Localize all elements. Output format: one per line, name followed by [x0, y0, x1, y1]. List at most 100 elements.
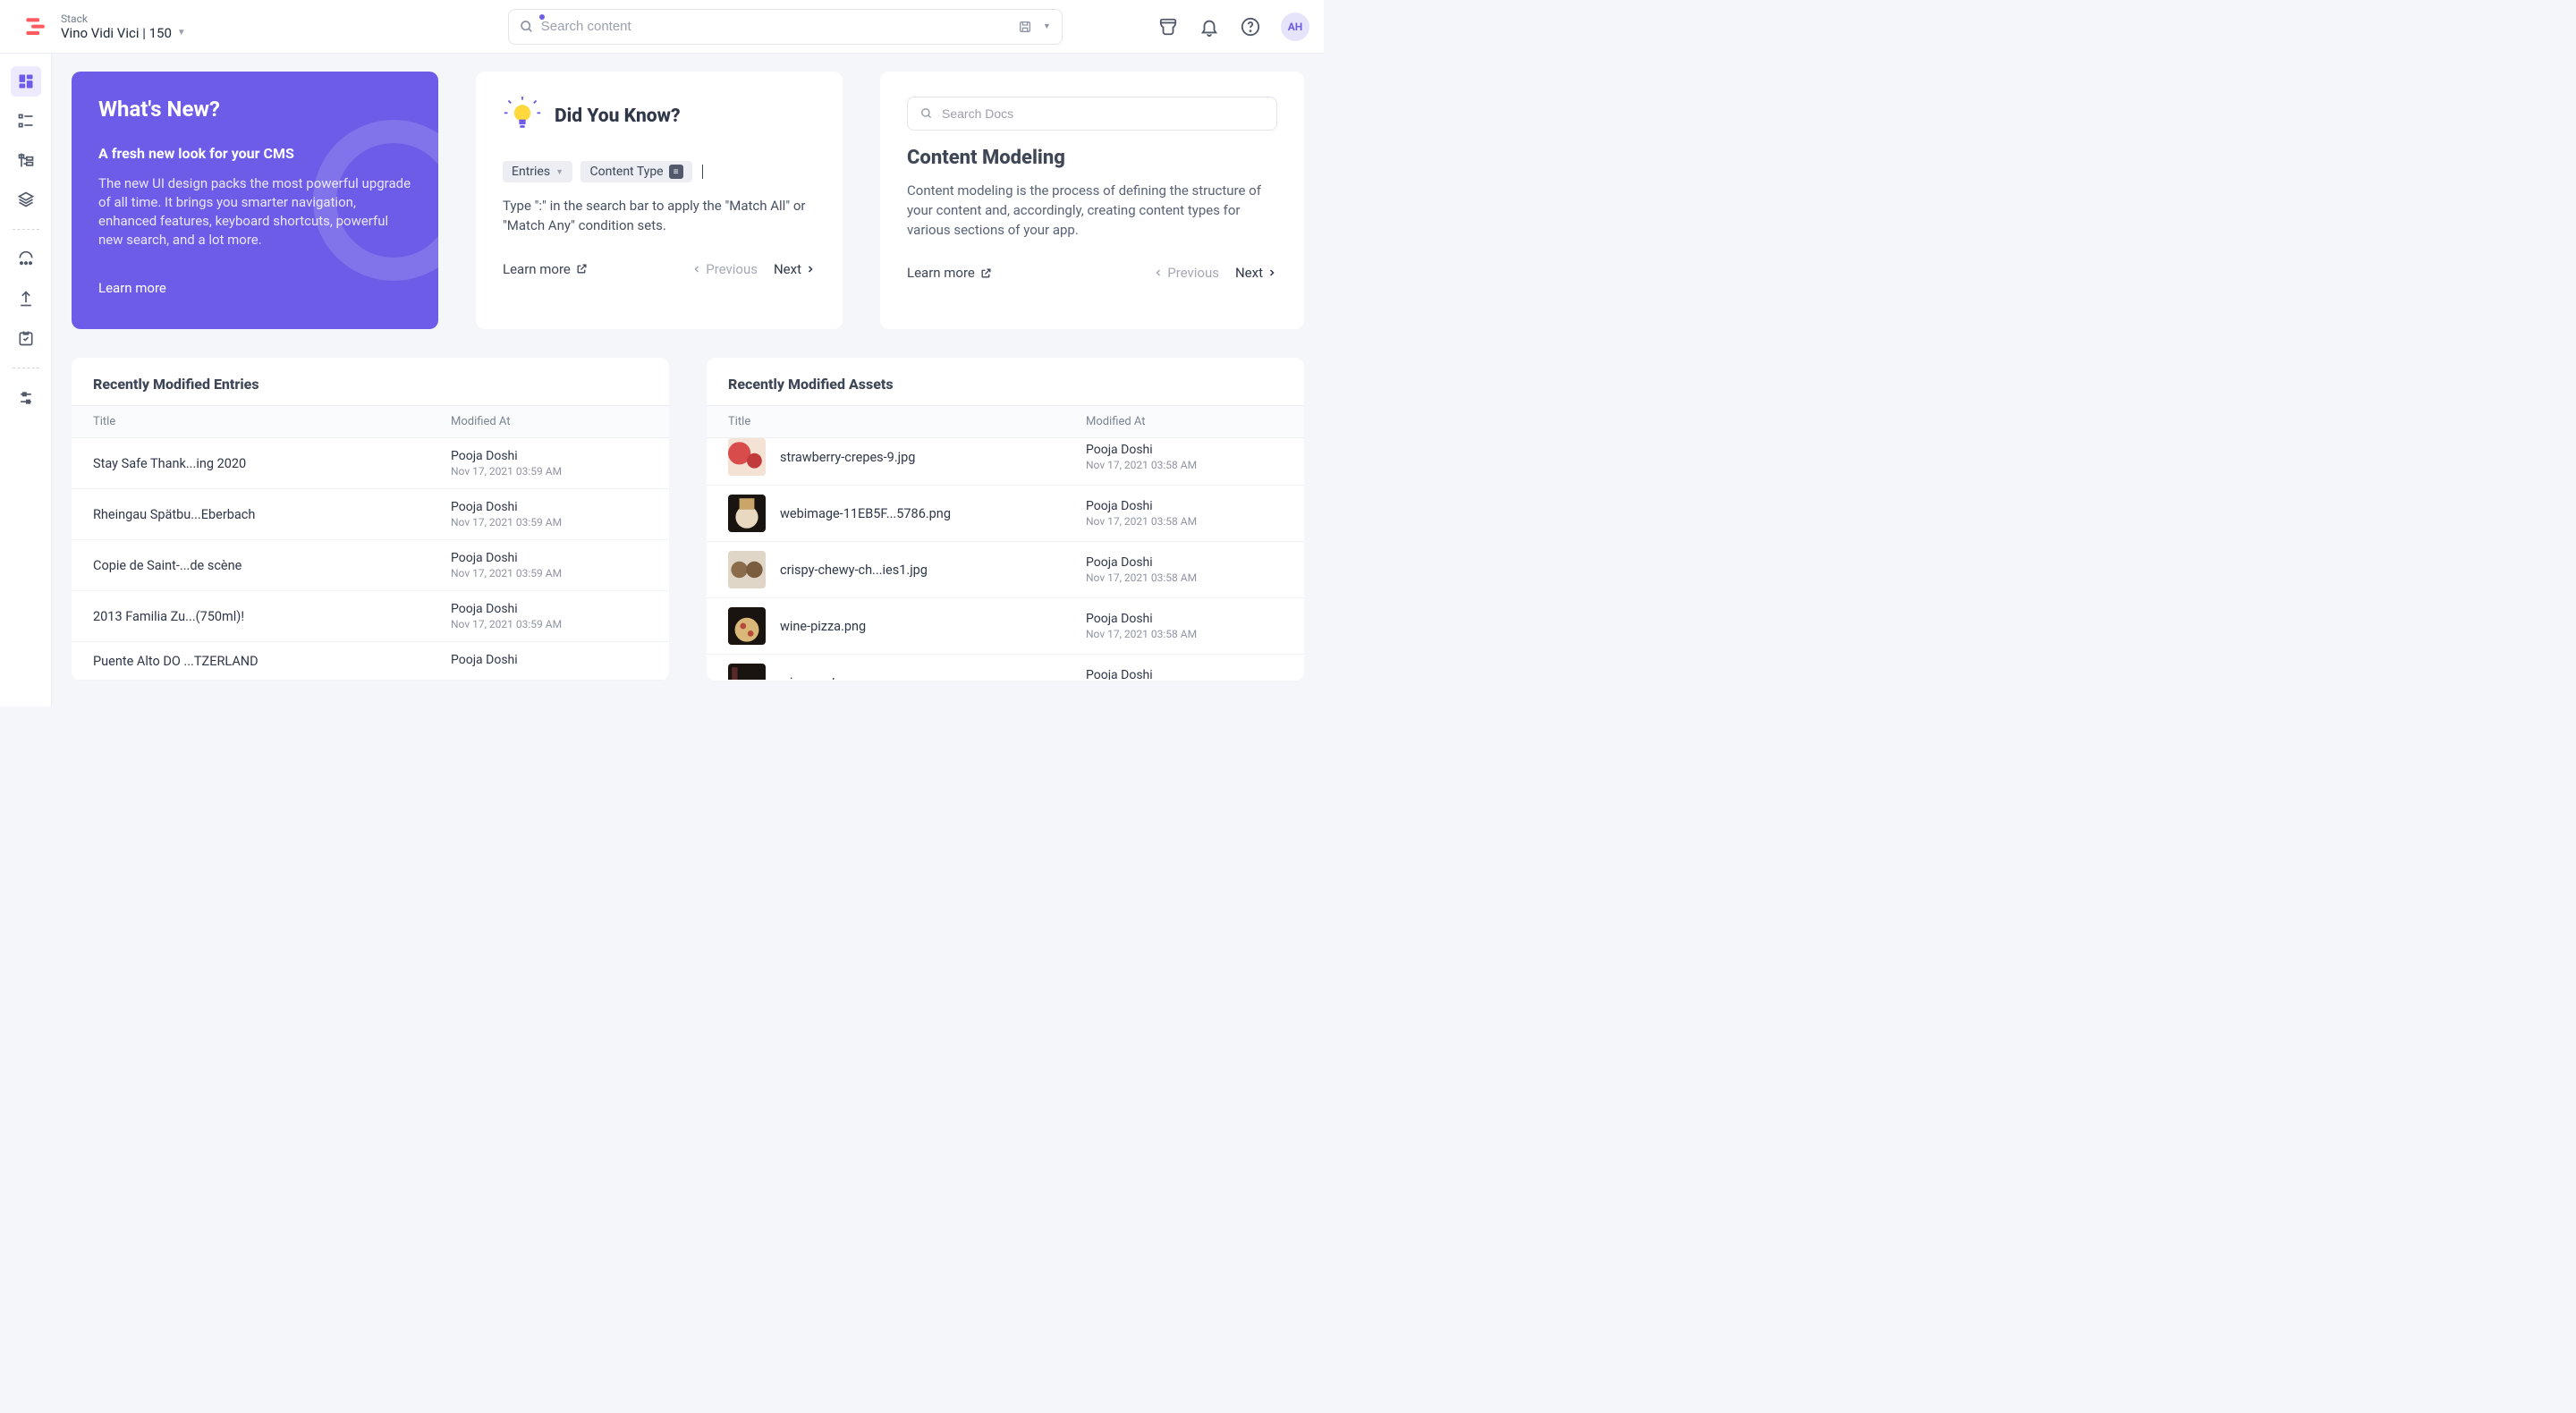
- col-title: Title: [728, 415, 1086, 428]
- next-button[interactable]: Next: [774, 261, 816, 277]
- sidebar-item-dashboard[interactable]: [11, 66, 41, 97]
- table-row[interactable]: Rheingau Spätbu...Eberbach Pooja Doshi No…: [72, 489, 669, 540]
- know-learn-more[interactable]: Learn more: [503, 261, 588, 277]
- asset-thumbnail: [728, 495, 766, 532]
- docs-search-wrap[interactable]: [907, 97, 1277, 131]
- modified-user: Pooja Doshi: [1086, 499, 1283, 513]
- edit-icon: ≡: [669, 165, 683, 179]
- docs-learn-more[interactable]: Learn more: [907, 265, 992, 281]
- card-did-you-know: Did You Know? Entries ▼ Content Type ≡ T…: [476, 72, 843, 329]
- asset-thumbnail: [728, 551, 766, 588]
- sidebar-item-settings[interactable]: [11, 383, 41, 413]
- table-row[interactable]: webimage-11EB5F...5786.png Pooja Doshi No…: [707, 486, 1304, 542]
- col-modified: Modified At: [1086, 415, 1283, 428]
- table-row[interactable]: Stay Safe Thank...ing 2020 Pooja Doshi No…: [72, 438, 669, 489]
- docs-icon[interactable]: [1157, 16, 1179, 38]
- modified-user: Pooja Doshi: [1086, 612, 1283, 626]
- help-icon[interactable]: [1240, 16, 1261, 38]
- card-whats-new: What's New? A fresh new look for your CM…: [72, 72, 438, 329]
- table-row[interactable]: Puente Alto DO ...TZERLAND Pooja Doshi: [72, 642, 669, 681]
- entry-title: Puente Alto DO ...TZERLAND: [93, 654, 451, 669]
- tag-entries[interactable]: Entries ▼: [503, 161, 572, 182]
- modified-date: Nov 17, 2021 03:59 AM: [451, 618, 648, 630]
- card-docs: Content Modeling Content modeling is the…: [880, 72, 1304, 329]
- main: What's New? A fresh new look for your CM…: [52, 54, 1324, 706]
- asset-title: wine-pizza.png: [780, 619, 1086, 634]
- modified-user: Pooja Doshi: [1086, 443, 1283, 457]
- table-row[interactable]: wine-pasta.png Pooja DoshiNov 17, 2021 0…: [707, 655, 1304, 680]
- external-link-icon: [980, 267, 992, 279]
- asset-title: wine-pasta.png: [780, 675, 1086, 681]
- entries-heading: Recently Modified Entries: [72, 358, 669, 405]
- previous-button[interactable]: Previous: [1153, 265, 1219, 281]
- assets-heading: Recently Modified Assets: [707, 358, 1304, 405]
- table-row[interactable]: strawberry-crepes-9.jpg Pooja Doshi Nov 1…: [707, 429, 1304, 486]
- modified-user: Pooja Doshi: [1086, 668, 1283, 680]
- search-input-wrap[interactable]: ▼: [508, 9, 1063, 45]
- stack-name: Vino Vidi Vici | 150: [61, 25, 172, 41]
- asset-thumbnail: [728, 438, 766, 476]
- text-cursor: [702, 165, 703, 179]
- modified-date: Nov 17, 2021 03:59 AM: [451, 465, 648, 478]
- table-row[interactable]: crispy-chewy-ch...ies1.jpg Pooja DoshiNo…: [707, 542, 1304, 598]
- modified-user: Pooja Doshi: [1086, 555, 1283, 570]
- modified-date: Nov 17, 2021 03:59 AM: [451, 516, 648, 529]
- search-input[interactable]: [541, 19, 1018, 34]
- avatar[interactable]: AH: [1281, 13, 1309, 41]
- table-row[interactable]: 2013 Familia Zu...(750ml)! Pooja Doshi No…: [72, 591, 669, 642]
- sidebar-item-publish-queue[interactable]: [11, 244, 41, 275]
- chevron-down-icon[interactable]: ▼: [1043, 21, 1051, 31]
- recently-modified-assets: Recently Modified Assets Title Modified …: [707, 358, 1304, 681]
- docs-body: Content modeling is the process of defin…: [907, 182, 1277, 240]
- sidebar-item-content-types[interactable]: [11, 145, 41, 175]
- chevron-down-icon: ▼: [177, 28, 186, 38]
- modified-user: Pooja Doshi: [451, 500, 648, 514]
- whats-new-learn-more[interactable]: Learn more: [98, 280, 411, 296]
- modified-user: Pooja Doshi: [451, 602, 648, 616]
- logo[interactable]: [14, 15, 57, 38]
- did-you-know-title: Did You Know?: [555, 106, 681, 127]
- sidebar-item-entries[interactable]: [11, 106, 41, 136]
- asset-title: strawberry-crepes-9.jpg: [780, 450, 1086, 465]
- save-icon[interactable]: [1018, 20, 1032, 34]
- docs-search-input[interactable]: [942, 106, 1264, 121]
- asset-thumbnail: [728, 664, 766, 680]
- search-icon: [920, 107, 933, 120]
- external-link-icon: [576, 263, 588, 275]
- stack-label: Stack: [61, 13, 186, 25]
- bell-icon[interactable]: [1199, 16, 1220, 38]
- modified-date: Nov 17, 2021 03:58 AM: [1086, 628, 1283, 640]
- modified-user: Pooja Doshi: [451, 653, 648, 667]
- sidebar-item-releases[interactable]: [11, 283, 41, 314]
- lightbulb-icon: [503, 97, 542, 136]
- modified-user: Pooja Doshi: [451, 551, 648, 565]
- sidebar-item-tasks[interactable]: [11, 323, 41, 353]
- next-button[interactable]: Next: [1235, 265, 1277, 281]
- asset-title: crispy-chewy-ch...ies1.jpg: [780, 563, 1086, 578]
- modified-date: Nov 17, 2021 03:59 AM: [451, 567, 648, 580]
- whats-new-title: What's New?: [98, 97, 411, 122]
- modified-date: Nov 17, 2021 03:58 AM: [1086, 571, 1283, 584]
- table-row[interactable]: wine-pizza.png Pooja Doshi Nov 17, 2021 0…: [707, 598, 1304, 655]
- modified-date: Nov 17, 2021 03:58 AM: [1086, 459, 1283, 471]
- col-modified: Modified At: [451, 415, 648, 428]
- recently-modified-entries: Recently Modified Entries Title Modified…: [72, 358, 669, 681]
- entry-title: Stay Safe Thank...ing 2020: [93, 456, 451, 471]
- asset-title: webimage-11EB5F...5786.png: [780, 506, 1086, 521]
- stack-selector[interactable]: Stack Vino Vidi Vici | 150 ▼: [61, 13, 186, 41]
- sidebar: [0, 54, 52, 706]
- entry-title: Copie de Saint-...de scène: [93, 558, 451, 573]
- previous-button[interactable]: Previous: [691, 261, 758, 277]
- table-row[interactable]: Copie de Saint-...de scène Pooja Doshi No…: [72, 540, 669, 591]
- entry-title: 2013 Familia Zu...(750ml)!: [93, 609, 451, 624]
- sidebar-item-assets[interactable]: [11, 184, 41, 215]
- entry-title: Rheingau Spätbu...Eberbach: [93, 507, 451, 522]
- topbar: Stack Vino Vidi Vici | 150 ▼ ▼ AH: [0, 0, 1324, 54]
- col-title: Title: [93, 415, 451, 428]
- tag-content-type[interactable]: Content Type ≡: [580, 161, 691, 182]
- modified-user: Pooja Doshi: [451, 449, 648, 463]
- docs-title: Content Modeling: [907, 147, 1277, 169]
- did-you-know-body: Type ":" in the search bar to apply the …: [503, 197, 816, 236]
- search-indicator-dot: [539, 14, 545, 20]
- modified-date: Nov 17, 2021 03:58 AM: [1086, 515, 1283, 528]
